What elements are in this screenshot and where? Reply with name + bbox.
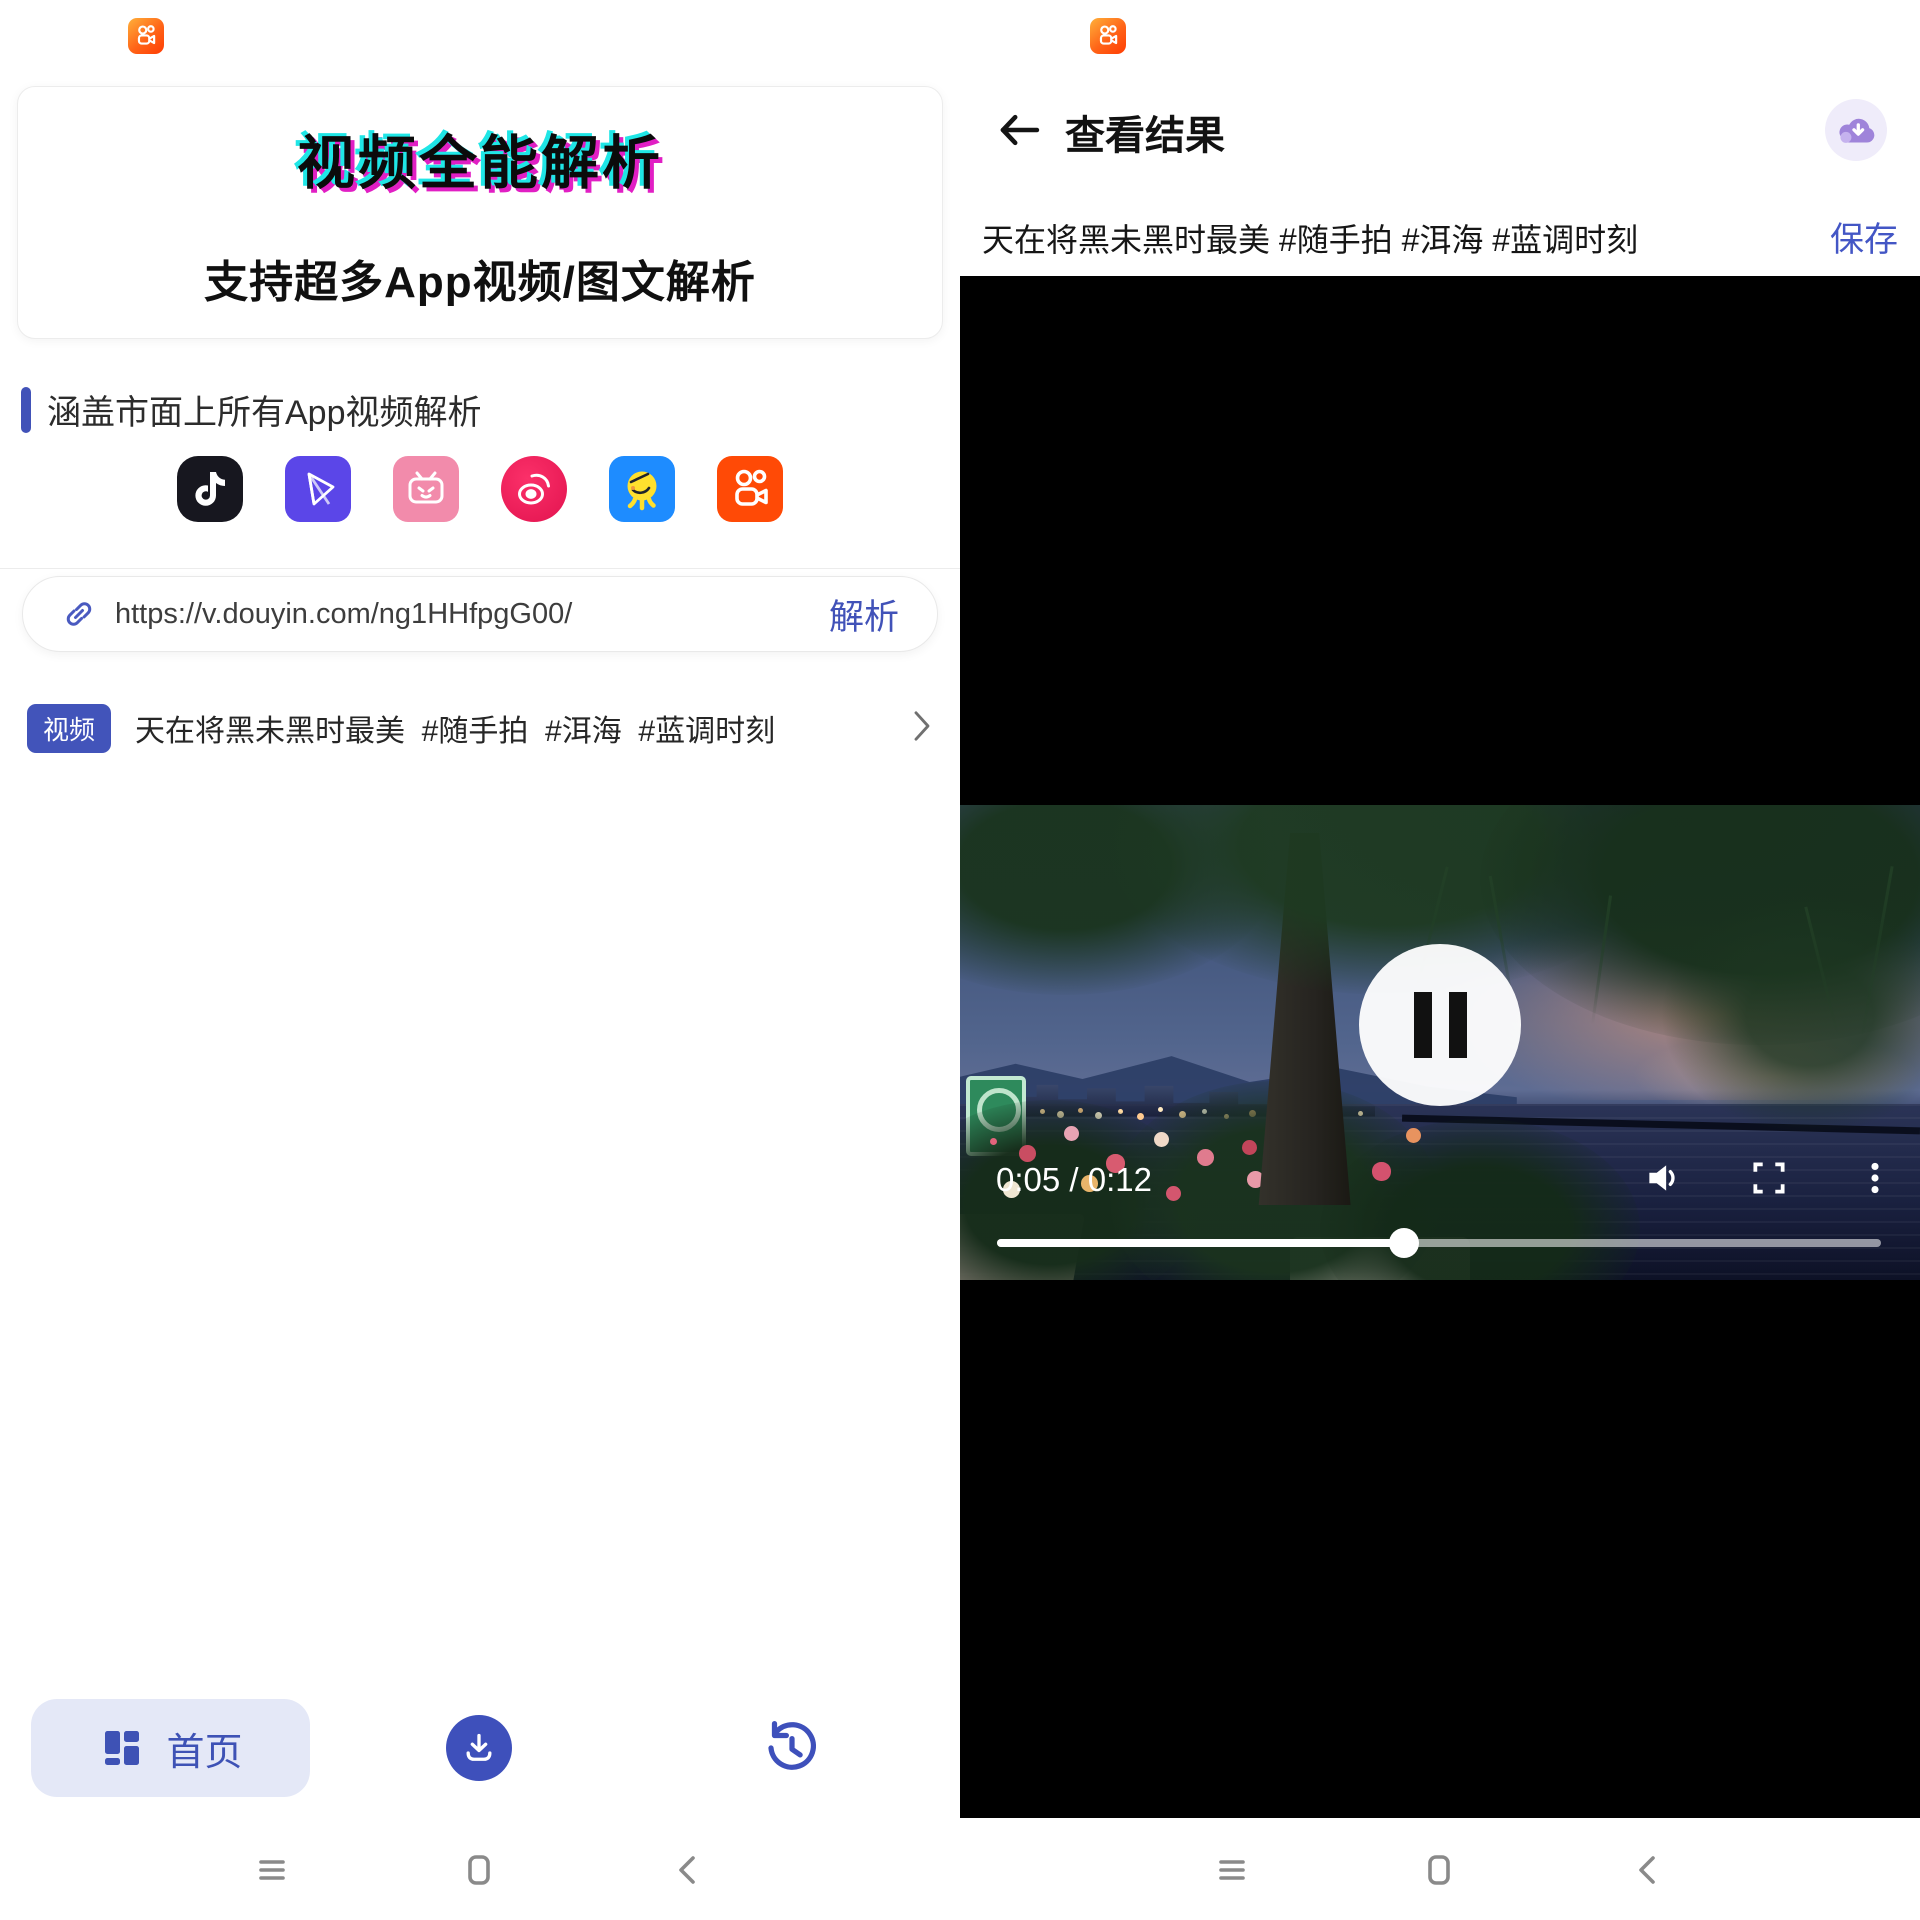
hero-card: 视频全能解析 支持超多App视频/图文解析 — [17, 86, 943, 339]
history-icon — [762, 1718, 822, 1778]
supported-apps-row — [0, 456, 960, 522]
hero-title: 视频全能解析 — [297, 116, 663, 200]
android-home-button[interactable] — [1417, 1848, 1461, 1892]
link-icon — [61, 596, 97, 632]
section-divider — [0, 568, 960, 569]
cloud-download-button[interactable] — [1825, 99, 1887, 161]
section-accent-bar — [21, 387, 31, 433]
kebab-menu-icon[interactable] — [1854, 1157, 1896, 1204]
video-type-badge: 视频 — [27, 704, 111, 753]
home-tab-label: 首页 — [166, 1721, 242, 1776]
android-navbar-left — [0, 1820, 960, 1920]
home-grid-icon — [98, 1724, 146, 1772]
home-tab[interactable]: 首页 — [31, 1699, 310, 1797]
result-screen: 查看结果 天在将黑未黑时最美 #随手拍 #洱海 #蓝调时刻 保存 — [960, 0, 1920, 1920]
home-screen: 视频全能解析 支持超多App视频/图文解析 涵盖市面上所有App视频解析 — [0, 0, 960, 1920]
app-logo-icon — [128, 18, 164, 54]
video-title: 天在将黑未黑时最美 #随手拍 #洱海 #蓝调时刻 — [982, 215, 1638, 261]
android-menu-button[interactable] — [250, 1848, 294, 1892]
download-tab[interactable] — [446, 1715, 512, 1781]
app-logo-icon — [1090, 18, 1126, 54]
back-arrow-icon[interactable] — [995, 107, 1043, 158]
save-button[interactable]: 保存 — [1830, 212, 1898, 261]
download-icon — [459, 1728, 499, 1768]
video-url-input[interactable] — [115, 598, 829, 631]
history-tab[interactable] — [759, 1715, 825, 1781]
app-icon-kuaishou[interactable] — [717, 456, 783, 522]
progress-thumb[interactable] — [1389, 1228, 1419, 1258]
fullscreen-icon[interactable] — [1748, 1157, 1790, 1204]
pause-button[interactable] — [1359, 944, 1521, 1106]
result-header: 查看结果 — [995, 103, 1225, 161]
pause-icon — [1414, 992, 1432, 1058]
android-back-button[interactable] — [666, 1848, 710, 1892]
chevron-right-icon — [907, 708, 937, 749]
parse-result-row[interactable]: 视频 天在将黑未黑时最美 #随手拍 #洱海 #蓝调时刻 — [27, 706, 937, 750]
android-home-button[interactable] — [457, 1848, 501, 1892]
result-title: 天在将黑未黑时最美 #随手拍 #洱海 #蓝调时刻 — [135, 706, 775, 750]
section-title: 涵盖市面上所有App视频解析 — [47, 385, 482, 434]
player-controls — [1642, 1157, 1896, 1204]
app-icon-weibo[interactable] — [501, 456, 567, 522]
progress-fill — [997, 1239, 1404, 1247]
android-navbar-right — [960, 1820, 1920, 1920]
video-title-row: 天在将黑未黑时最美 #随手拍 #洱海 #蓝调时刻 保存 — [982, 212, 1898, 261]
page-title: 查看结果 — [1065, 103, 1225, 161]
hero-subtitle: 支持超多App视频/图文解析 — [204, 246, 756, 310]
volume-icon[interactable] — [1642, 1157, 1684, 1204]
time-display: 0:05 / 0:12 — [996, 1161, 1152, 1199]
progress-bar[interactable] — [997, 1239, 1881, 1247]
cloud-download-icon — [1834, 108, 1878, 152]
video-flowers — [990, 1138, 997, 1145]
bottom-toolbar: 首页 — [0, 1699, 960, 1797]
android-menu-button[interactable] — [1210, 1848, 1254, 1892]
app-icon-bilibili[interactable] — [393, 456, 459, 522]
app-icon-pipixia[interactable] — [609, 456, 675, 522]
app-icon-douyin[interactable] — [177, 456, 243, 522]
android-back-button[interactable] — [1626, 1848, 1670, 1892]
section-header: 涵盖市面上所有App视频解析 — [21, 385, 482, 434]
parse-button[interactable]: 解析 — [829, 589, 899, 640]
url-input-pill: 解析 — [22, 576, 938, 652]
app-icon-video-play[interactable] — [285, 456, 351, 522]
video-frame: 0:05 / 0:12 — [960, 805, 1920, 1280]
video-player[interactable]: 0:05 / 0:12 — [960, 276, 1920, 1818]
